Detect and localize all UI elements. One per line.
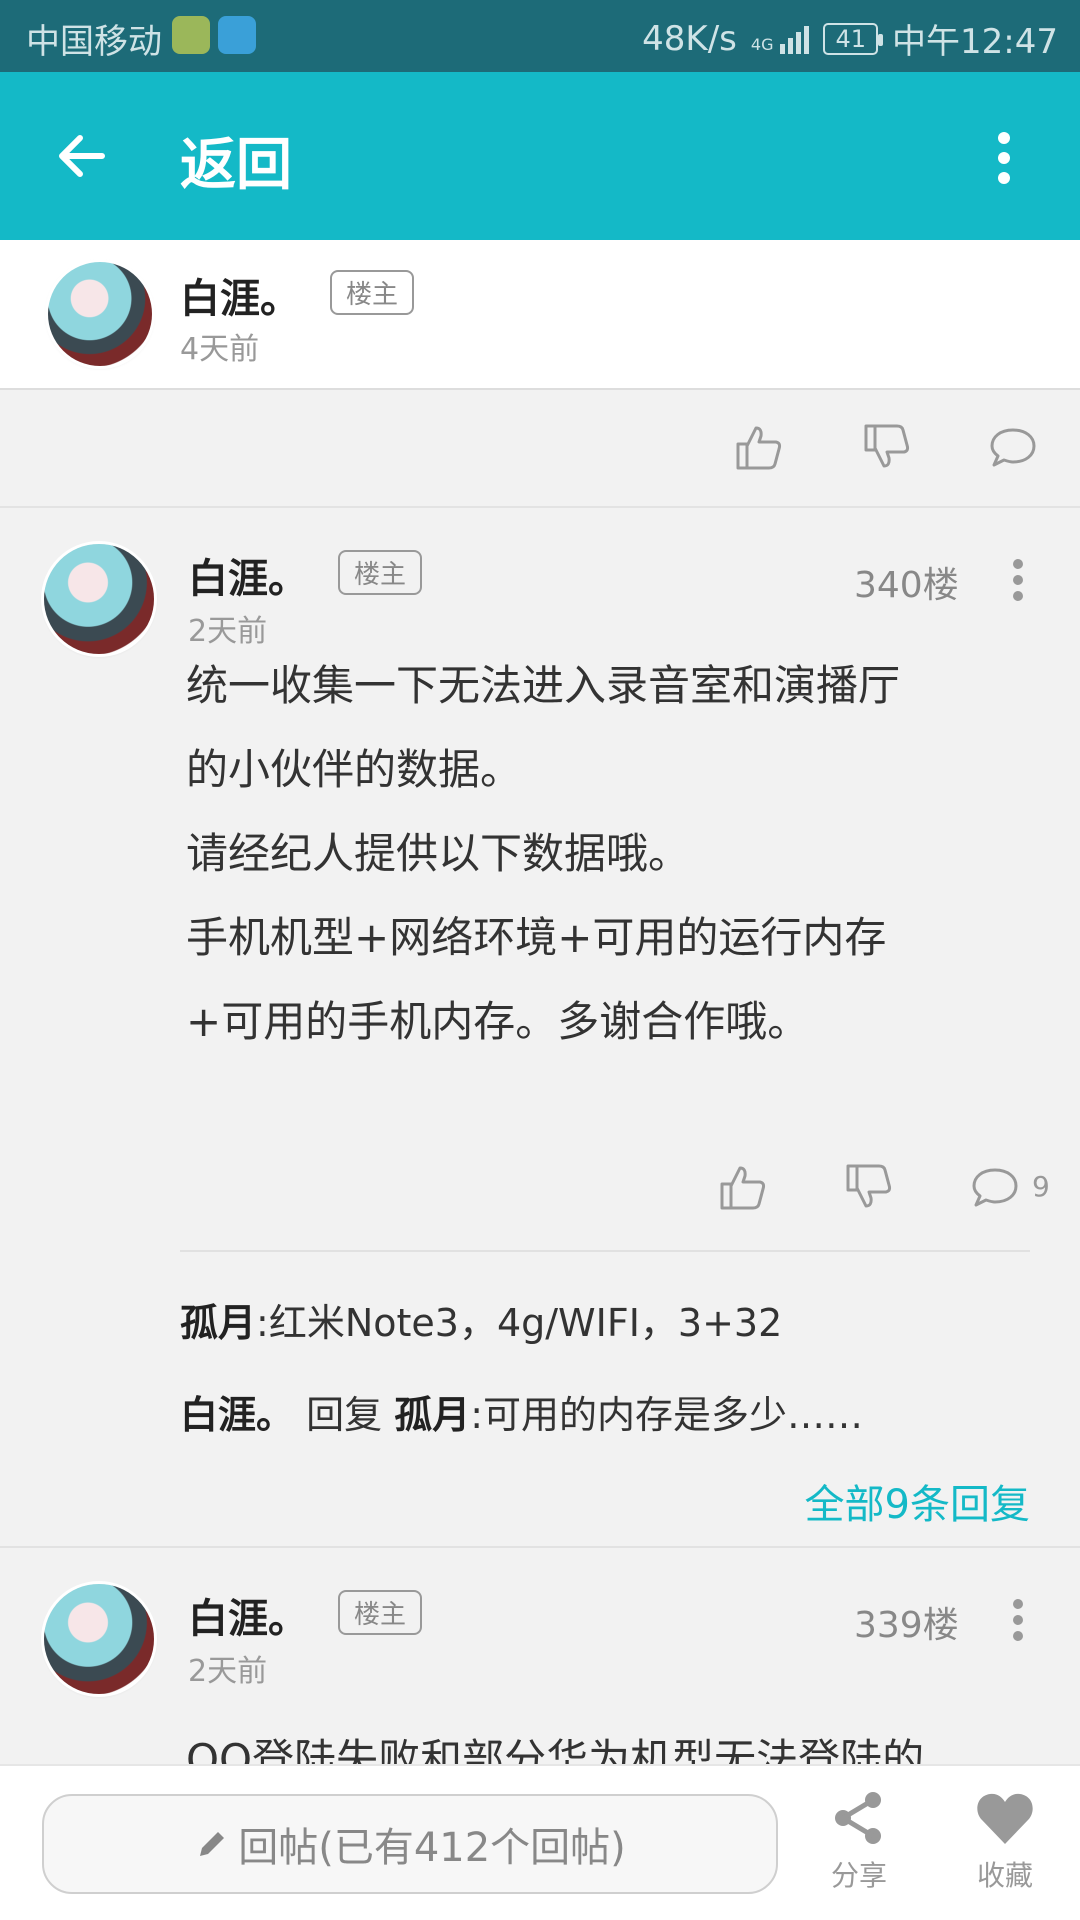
author-name[interactable]: 白涯。	[180, 266, 300, 324]
avatar[interactable]	[44, 544, 154, 654]
battery-icon: 41	[823, 22, 883, 55]
app-bar: 返回	[0, 72, 1080, 240]
reply-text: 可用的内存是多少……	[483, 1393, 864, 1437]
status-bar: 中国移动 48K/s 4G 41 中午12:47	[0, 0, 1080, 72]
content-line: 请经纪人提供以下数据哦。	[186, 829, 691, 878]
more-options-icon[interactable]	[996, 130, 1012, 186]
reply-user[interactable]: 孤月	[180, 1301, 256, 1345]
share-button[interactable]: 分享	[804, 1788, 914, 1894]
content-line: QQ登陆失败和部分华为机型无法登陆的	[186, 1735, 925, 1764]
favorite-label: 收藏	[976, 1859, 1033, 1892]
bottom-bar: 回帖(已有412个回帖) 分享 收藏	[0, 1764, 1080, 1920]
all-replies-link[interactable]: 全部9条回复	[805, 1472, 1030, 1530]
author-name[interactable]: 白涯。	[188, 546, 308, 604]
reply-word: 回复	[306, 1393, 383, 1437]
avatar[interactable]	[44, 1584, 154, 1694]
content-line: 手机机型+网络环境+可用的运行内存	[186, 913, 887, 962]
share-label: 分享	[830, 1859, 887, 1892]
favorite-button[interactable]: 收藏	[950, 1788, 1060, 1894]
share-icon	[835, 1792, 881, 1844]
thumbs-down-icon[interactable]	[862, 422, 912, 472]
pencil-icon	[200, 1832, 225, 1856]
op-badge: 楼主	[338, 550, 423, 595]
paper-plane-notification-icon	[218, 16, 256, 54]
op-header: 白涯。 楼主 4天前	[0, 240, 1080, 390]
signal-icon: 4G	[751, 24, 810, 54]
comment-count: 9	[1032, 1170, 1050, 1203]
carrier-label: 中国移动	[26, 22, 162, 62]
content-line: 的小伙伴的数据。	[186, 745, 523, 794]
network-type: 4G	[750, 34, 774, 54]
post-340: 白涯。 楼主 2天前 340楼 统一收集一下无法进入录音室和演播厅 的小伙伴的数…	[0, 510, 1080, 1540]
clock: 中午12:47	[892, 22, 1058, 62]
op-badge: 楼主	[330, 270, 415, 315]
back-title[interactable]: 返回	[180, 120, 292, 201]
star-notification-icon	[172, 16, 210, 54]
reply-text: 红米Note3，4g/WIFI，3+32	[268, 1301, 783, 1345]
reply-input[interactable]: 回帖(已有412个回帖)	[42, 1794, 778, 1894]
comment-icon[interactable]	[970, 1162, 1020, 1212]
content-line: +可用的手机内存。多谢合作哦。	[186, 997, 810, 1046]
post-time: 2天前	[188, 1654, 268, 1689]
reply-colon: :	[470, 1393, 484, 1437]
thumbs-up-icon[interactable]	[734, 422, 784, 472]
post-time: 4天前	[180, 332, 260, 367]
post-339: 白涯。 楼主 2天前 339楼 QQ登陆失败和部分华为机型无法登陆的	[0, 1548, 1080, 1764]
op-badge: 楼主	[338, 1590, 423, 1635]
floor-number: 339楼	[854, 1605, 959, 1646]
separator	[180, 1250, 1030, 1252]
reply-item[interactable]: 白涯。 回复 孤月:可用的内存是多少……	[180, 1384, 863, 1439]
thumbs-up-icon[interactable]	[718, 1162, 768, 1212]
reply-item[interactable]: 孤月:红米Note3，4g/WIFI，3+32	[180, 1292, 782, 1347]
network-speed: 48K/s	[642, 18, 737, 59]
author-name[interactable]: 白涯。	[188, 1586, 308, 1644]
post-menu-icon[interactable]	[1012, 558, 1024, 602]
back-arrow-icon[interactable]	[52, 126, 112, 186]
heart-icon	[977, 1793, 1033, 1844]
post-content: QQ登陆失败和部分华为机型无法登陆的	[186, 1718, 1016, 1764]
reply-user[interactable]: 白涯。	[180, 1393, 294, 1437]
comment-icon[interactable]	[988, 422, 1038, 472]
reply-placeholder: 回帖(已有412个回帖)	[238, 1825, 626, 1871]
floor-number: 340楼	[854, 565, 959, 606]
reply-colon: :	[256, 1301, 269, 1345]
reply-target[interactable]: 孤月	[394, 1393, 470, 1437]
post-content: 统一收集一下无法进入录音室和演播厅 的小伙伴的数据。 请经纪人提供以下数据哦。 …	[186, 644, 1016, 1064]
op-action-row	[0, 390, 1080, 508]
post-menu-icon[interactable]	[1012, 1598, 1024, 1642]
content-line: 统一收集一下无法进入录音室和演播厅	[186, 661, 901, 710]
avatar[interactable]	[48, 262, 152, 366]
thumbs-down-icon[interactable]	[844, 1162, 894, 1212]
